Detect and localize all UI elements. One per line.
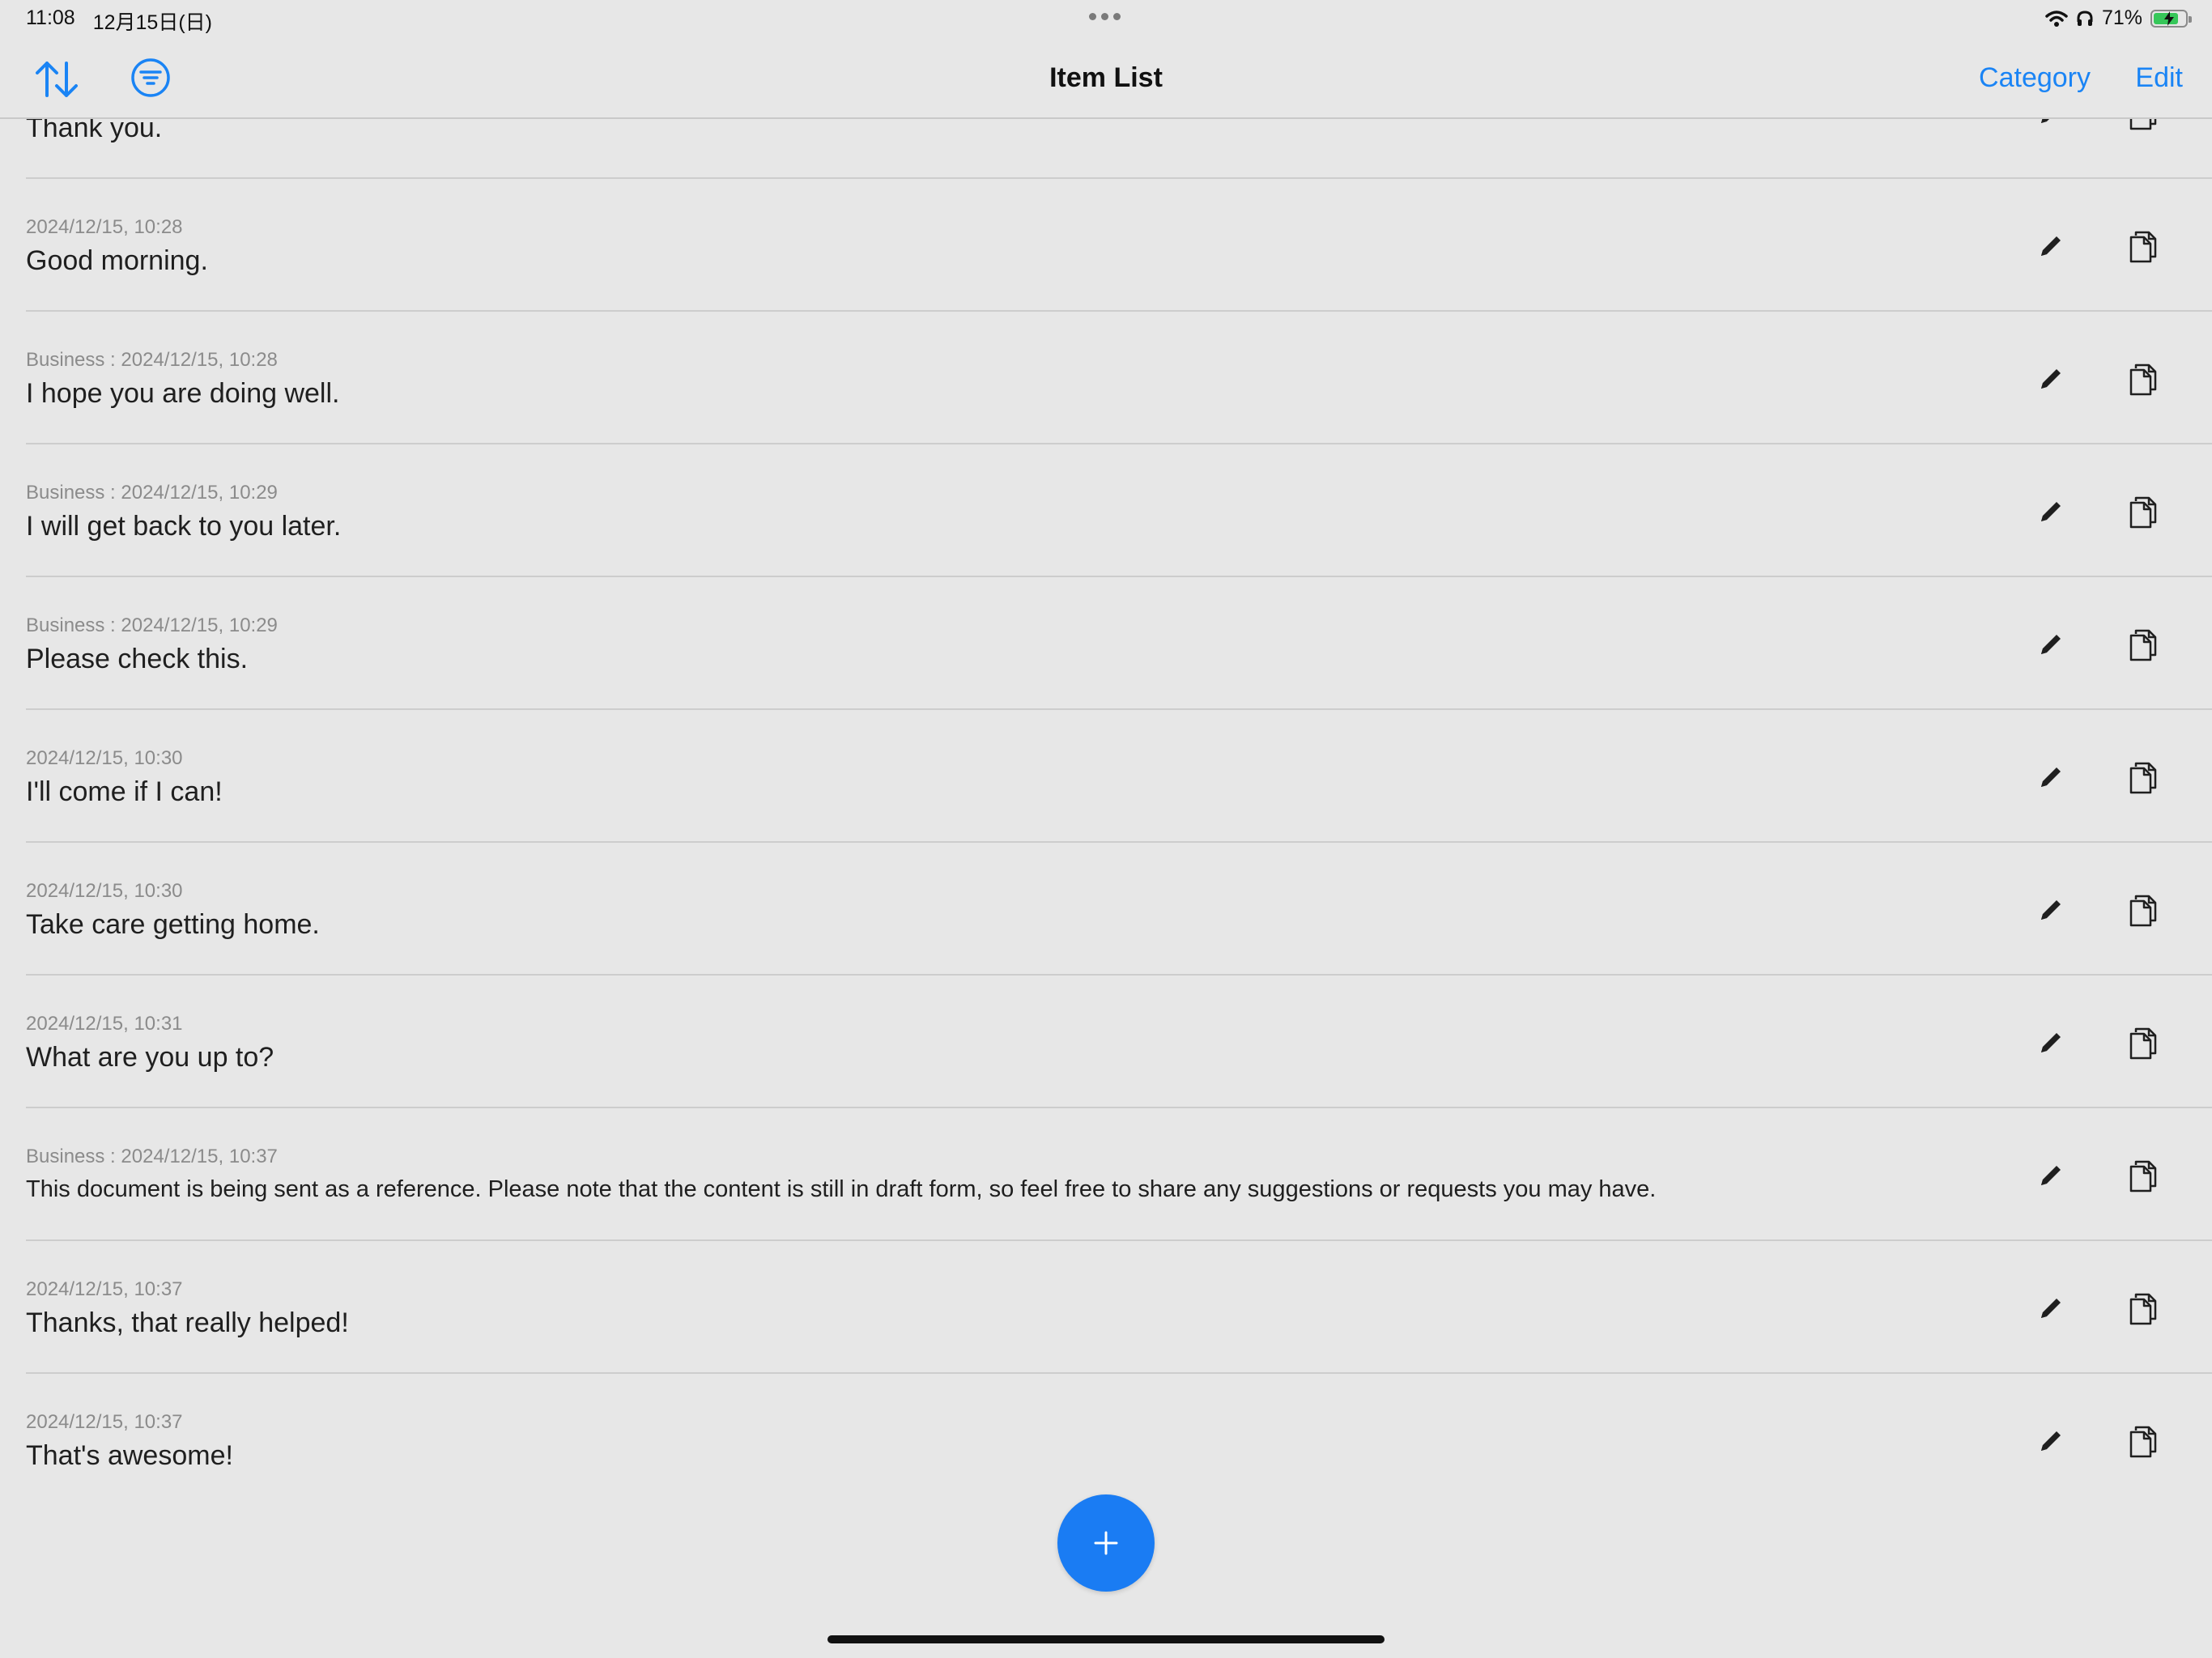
status-time: 11:08 bbox=[26, 6, 75, 29]
item-meta: Business : 2024/12/15, 10:28 bbox=[26, 349, 278, 371]
pencil-icon[interactable] bbox=[2037, 1427, 2065, 1455]
item-meta: 2024/12/15, 10:37 bbox=[26, 1278, 183, 1300]
item-text: That's awesome! bbox=[26, 1440, 233, 1471]
home-indicator[interactable] bbox=[827, 1635, 1385, 1643]
battery-percent: 71% bbox=[2101, 6, 2142, 29]
item-meta: 2024/12/15, 10:28 bbox=[26, 216, 183, 238]
list-item[interactable]: Business : 2024/12/15, 10:37 This documen… bbox=[0, 1108, 2212, 1241]
bolt-icon bbox=[2164, 11, 2174, 26]
pencil-icon[interactable] bbox=[2037, 896, 2065, 924]
list-item[interactable]: Business : 2024/12/15, 10:28 I hope you a… bbox=[0, 312, 2212, 444]
item-meta: Business : 2024/12/15, 10:37 bbox=[26, 1146, 278, 1167]
list-item[interactable]: 2024/12/15, 10:30 Take care getting home. bbox=[0, 843, 2212, 976]
item-meta: Business : 2024/12/15, 10:29 bbox=[26, 614, 278, 636]
copy-icon[interactable] bbox=[2128, 1291, 2160, 1327]
pencil-icon[interactable] bbox=[2037, 498, 2065, 525]
pencil-icon[interactable] bbox=[2037, 1295, 2065, 1322]
copy-icon[interactable] bbox=[2128, 893, 2160, 929]
status-bar: 11:08 12月15日(日) 71% bbox=[0, 0, 2212, 40]
pencil-icon[interactable] bbox=[2037, 232, 2065, 260]
status-left: 11:08 12月15日(日) bbox=[26, 6, 212, 36]
pencil-icon[interactable] bbox=[2037, 119, 2065, 127]
copy-icon[interactable] bbox=[2128, 760, 2160, 796]
list-item[interactable]: Thank you. bbox=[0, 119, 2212, 179]
copy-icon[interactable] bbox=[2128, 1158, 2160, 1194]
item-text: Please check this. bbox=[26, 644, 249, 674]
edit-button[interactable]: Edit bbox=[2135, 62, 2183, 94]
multitasking-dots-icon[interactable] bbox=[1089, 13, 1121, 20]
item-text: Thanks, that really helped! bbox=[26, 1307, 349, 1338]
list-item[interactable]: 2024/12/15, 10:37 That's awesome! bbox=[0, 1374, 2212, 1495]
item-meta: 2024/12/15, 10:31 bbox=[26, 1013, 183, 1035]
category-button[interactable]: Category bbox=[1979, 62, 2091, 94]
copy-icon[interactable] bbox=[2128, 1424, 2160, 1460]
page-title: Item List bbox=[1049, 62, 1163, 93]
copy-icon[interactable] bbox=[2128, 229, 2160, 265]
item-text: This document is being sent as a referen… bbox=[26, 1176, 1657, 1202]
copy-icon[interactable] bbox=[2128, 627, 2160, 663]
item-text: I'll come if I can! bbox=[26, 776, 223, 807]
list-item[interactable]: 2024/12/15, 10:31 What are you up to? bbox=[0, 976, 2212, 1108]
navigation-bar: Item List Category Edit bbox=[0, 40, 2212, 119]
pencil-icon[interactable] bbox=[2037, 1162, 2065, 1189]
add-item-button[interactable] bbox=[1057, 1494, 1155, 1592]
item-text: What are you up to? bbox=[26, 1042, 274, 1073]
pencil-icon[interactable] bbox=[2037, 365, 2065, 393]
copy-icon[interactable] bbox=[2128, 119, 2160, 132]
copy-icon[interactable] bbox=[2128, 495, 2160, 530]
list-item[interactable]: 2024/12/15, 10:28 Good morning. bbox=[0, 179, 2212, 312]
pencil-icon[interactable] bbox=[2037, 631, 2065, 658]
item-text: Thank you. bbox=[26, 119, 163, 143]
item-text: Good morning. bbox=[26, 245, 208, 276]
headphones-icon bbox=[2077, 10, 2093, 26]
list-item[interactable]: 2024/12/15, 10:37 Thanks, that really hel… bbox=[0, 1241, 2212, 1374]
status-right: 71% bbox=[2045, 6, 2192, 30]
wifi-icon bbox=[2045, 10, 2068, 27]
list-item[interactable]: 2024/12/15, 10:30 I'll come if I can! bbox=[0, 710, 2212, 843]
copy-icon[interactable] bbox=[2128, 1026, 2160, 1061]
item-meta: 2024/12/15, 10:30 bbox=[26, 880, 183, 902]
app-screen: 11:08 12月15日(日) 71% Item List Category E… bbox=[0, 0, 2212, 1658]
pencil-icon[interactable] bbox=[2037, 1029, 2065, 1056]
battery-charging-icon bbox=[2150, 9, 2192, 28]
item-text: I will get back to you later. bbox=[26, 511, 342, 542]
item-meta: 2024/12/15, 10:30 bbox=[26, 747, 183, 769]
list-item[interactable]: Business : 2024/12/15, 10:29 Please check… bbox=[0, 577, 2212, 710]
copy-icon[interactable] bbox=[2128, 362, 2160, 397]
list-item[interactable]: Business : 2024/12/15, 10:29 I will get b… bbox=[0, 444, 2212, 577]
item-text: Take care getting home. bbox=[26, 909, 320, 940]
item-list[interactable]: Thank you. 2024/12/15, 10:28 Good morning.… bbox=[0, 119, 2212, 1495]
plus-icon bbox=[1094, 1531, 1118, 1555]
item-text: I hope you are doing well. bbox=[26, 378, 340, 409]
item-list-content: Thank you. 2024/12/15, 10:28 Good morning.… bbox=[0, 119, 2212, 1495]
item-meta: 2024/12/15, 10:37 bbox=[26, 1411, 183, 1433]
pencil-icon[interactable] bbox=[2037, 763, 2065, 791]
status-date: 12月15日(日) bbox=[92, 11, 212, 34]
item-meta: Business : 2024/12/15, 10:29 bbox=[26, 482, 278, 504]
